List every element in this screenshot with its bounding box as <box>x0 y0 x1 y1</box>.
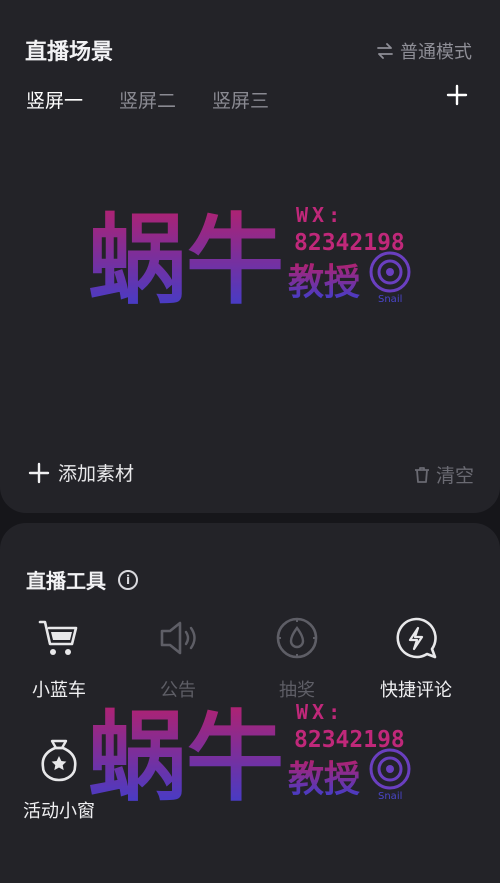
tool-blue-cart[interactable]: 小蓝车 <box>9 614 109 702</box>
activity-bag-icon <box>41 739 77 782</box>
tool-label: 小蓝车 <box>32 680 86 701</box>
add-scene-icon[interactable] <box>444 82 470 108</box>
tool-label: 活动小窗 <box>23 801 95 822</box>
add-material-label: 添加素材 <box>58 463 135 485</box>
tool-announcement[interactable]: 公告 <box>128 614 228 702</box>
scene-title: 直播场景 <box>25 40 114 65</box>
live-scene-panel: 直播场景 普通模式 竖屏一 竖屏二 竖屏三 添加素材 清空 <box>0 0 500 513</box>
tool-quick-comment[interactable]: 快捷评论 <box>366 614 466 702</box>
mode-label: 普通模式 <box>400 42 472 63</box>
tools-title: 直播工具 <box>26 569 106 593</box>
tab-portrait-2[interactable]: 竖屏二 <box>119 86 176 113</box>
tool-activity-window[interactable]: 活动小窗 <box>9 735 109 823</box>
cart-icon <box>38 620 78 655</box>
scene-tabs: 竖屏一 竖屏二 竖屏三 <box>26 86 269 113</box>
clear-button[interactable]: 清空 <box>412 461 474 488</box>
lottery-icon <box>276 617 318 659</box>
tab-portrait-1[interactable]: 竖屏一 <box>26 86 83 113</box>
tool-lottery[interactable]: 抽奖 <box>247 614 347 702</box>
tools-header: 直播工具 i <box>26 565 138 594</box>
tool-label: 快捷评论 <box>380 680 452 701</box>
mode-switch-button[interactable]: 普通模式 <box>376 38 472 64</box>
add-material-button[interactable]: 添加素材 <box>28 459 134 486</box>
trash-icon <box>414 466 429 483</box>
tool-label: 公告 <box>160 680 196 701</box>
swap-icon <box>377 43 393 59</box>
speaker-icon <box>160 621 196 655</box>
quick-comment-icon <box>396 617 437 659</box>
tab-portrait-3[interactable]: 竖屏三 <box>212 86 269 113</box>
clear-label: 清空 <box>435 465 474 487</box>
plus-icon <box>28 462 50 483</box>
tool-label: 抽奖 <box>279 680 315 701</box>
info-icon[interactable]: i <box>118 569 138 590</box>
